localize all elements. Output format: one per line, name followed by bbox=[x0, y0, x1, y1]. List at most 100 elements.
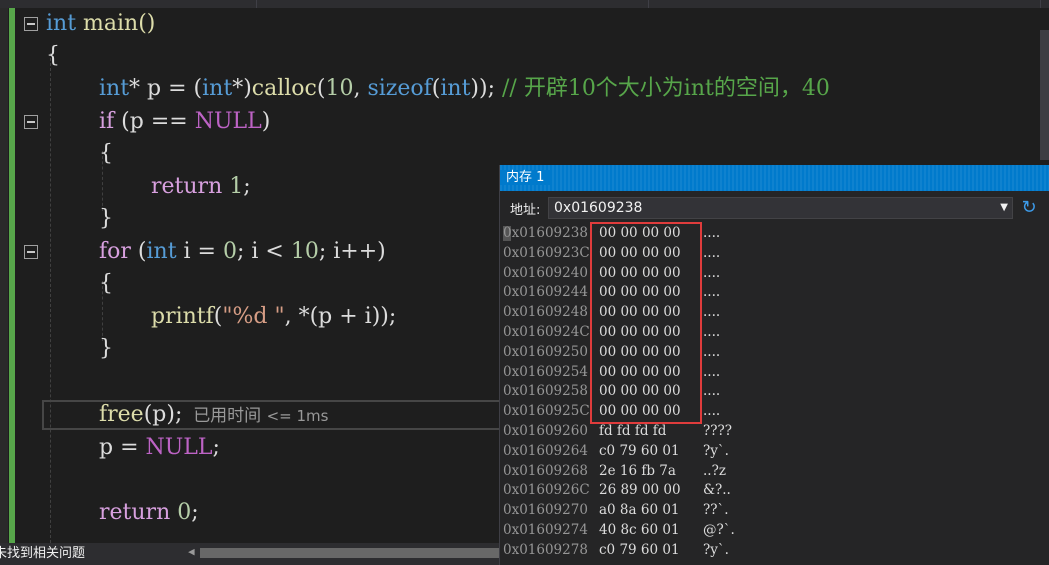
code-text: ; bbox=[191, 500, 199, 525]
keyword: int bbox=[46, 11, 77, 36]
code-text: ; i++) bbox=[318, 239, 386, 264]
code-line-13[interactable]: free(p); 已用时间 <= 1ms bbox=[99, 399, 328, 431]
keyword: return bbox=[151, 174, 223, 199]
memory-ascii: .... bbox=[703, 403, 721, 420]
scroll-left-icon[interactable]: ◀ bbox=[188, 545, 195, 558]
code-line-14[interactable]: p = NULL; bbox=[99, 432, 220, 464]
number-literal: 1 bbox=[229, 174, 244, 199]
memory-hex-bytes[interactable]: c0 79 60 01 bbox=[599, 441, 680, 461]
editor-margin bbox=[0, 8, 8, 543]
code-text: ; bbox=[212, 435, 220, 460]
function-name: calloc bbox=[251, 76, 317, 101]
code-text: (p); bbox=[143, 402, 183, 427]
keyword: int bbox=[99, 76, 130, 101]
address-bar: 地址: 0x01609238 ▼ ↻ bbox=[500, 195, 1049, 221]
collapse-if-icon[interactable] bbox=[24, 115, 38, 129]
function-name: main() bbox=[76, 11, 156, 36]
keyword: int bbox=[146, 239, 177, 264]
memory-address: 0x01609264 bbox=[503, 442, 588, 459]
tab-strip-segment bbox=[0, 0, 257, 8]
memory-ascii: .... bbox=[703, 244, 721, 261]
code-line-10[interactable]: printf("%d ", *(p + i)); bbox=[151, 301, 396, 333]
tab-strip bbox=[0, 0, 1049, 8]
number-literal: 0 bbox=[177, 500, 192, 525]
memory-address: 0x01609258 bbox=[503, 383, 588, 400]
code-text: ) bbox=[261, 109, 271, 134]
change-tracking-bar bbox=[9, 8, 15, 543]
memory-hex-bytes[interactable]: 40 8c 60 01 bbox=[599, 520, 680, 540]
code-line-7[interactable]: } bbox=[99, 203, 113, 235]
keyword: sizeof bbox=[367, 76, 432, 101]
memory-ascii: .... bbox=[703, 363, 721, 380]
function-name: printf bbox=[151, 304, 214, 329]
memory-window-title: 内存 1 bbox=[500, 170, 551, 185]
memory-hex-bytes[interactable]: 26 89 00 00 bbox=[599, 480, 681, 500]
collapse-main-icon[interactable] bbox=[24, 17, 38, 31]
number-literal: 10 bbox=[290, 239, 319, 264]
code-line-16[interactable]: return 0; bbox=[99, 497, 199, 529]
code-line-8[interactable]: for (int i = 0; i < 10; i++) bbox=[99, 236, 386, 268]
editor-vertical-scrollbar[interactable] bbox=[1040, 30, 1049, 160]
memory-ascii: ??`. bbox=[703, 502, 729, 519]
macro: NULL bbox=[145, 435, 213, 460]
memory-address: 0x01609274 bbox=[503, 522, 588, 538]
highlight-box bbox=[590, 222, 702, 424]
memory-hex-bytes[interactable]: a0 8a 60 01 bbox=[599, 500, 680, 520]
memory-window-title-bar[interactable]: 内存 1 bbox=[500, 165, 1049, 191]
code-text: )); bbox=[470, 76, 502, 101]
address-input[interactable]: 0x01609238 ▼ bbox=[548, 197, 1013, 219]
memory-address: 0x01609248 bbox=[503, 304, 588, 321]
number-literal: 10 bbox=[325, 76, 354, 101]
keyword: if bbox=[99, 109, 115, 134]
keyword: for bbox=[99, 239, 131, 264]
refresh-icon[interactable]: ↻ bbox=[1018, 197, 1040, 219]
elapsed-time-value: <= 1ms bbox=[266, 407, 329, 425]
macro: NULL bbox=[194, 109, 262, 134]
memory-address: 0x01609268 bbox=[503, 462, 588, 479]
memory-address: 0x0160923C bbox=[503, 244, 590, 261]
code-line-6[interactable]: return 1; bbox=[151, 171, 251, 203]
horizontal-scrollbar-thumb[interactable] bbox=[200, 548, 500, 558]
tab-strip-segment bbox=[256, 0, 649, 8]
function-name: free bbox=[99, 402, 144, 427]
issues-status-text[interactable]: 未找到相关问题 bbox=[0, 543, 85, 565]
code-text: *) bbox=[232, 76, 252, 101]
memory-ascii: .... bbox=[703, 304, 721, 321]
code-line-9[interactable]: { bbox=[99, 268, 113, 300]
number-literal: 0 bbox=[222, 239, 237, 264]
code-text: i = bbox=[176, 239, 223, 264]
memory-ascii: ?y`. bbox=[703, 541, 729, 558]
memory-hex-bytes[interactable]: c0 79 60 01 bbox=[599, 540, 680, 560]
code-text: * p = ( bbox=[129, 76, 203, 101]
code-comment: // 开辟10个大小为int的空间，40 bbox=[502, 76, 830, 101]
keyword: int bbox=[202, 76, 233, 101]
elapsed-time-hint: 已用时间 <= 1ms bbox=[182, 406, 328, 426]
code-line-3[interactable]: int* p = (int*)calloc(10, sizeof(int)); … bbox=[99, 73, 830, 105]
code-text: ; bbox=[243, 174, 251, 199]
memory-ascii: .... bbox=[703, 225, 721, 241]
address-label: 地址: bbox=[510, 203, 541, 218]
code-line-4[interactable]: if (p == NULL) bbox=[99, 106, 270, 138]
code-line-11[interactable]: } bbox=[99, 333, 113, 365]
code-line-5[interactable]: { bbox=[99, 138, 113, 170]
code-line-2[interactable]: { bbox=[46, 40, 60, 72]
code-text: , *(p + i)); bbox=[284, 304, 397, 329]
address-value: 0x01609238 bbox=[554, 200, 643, 216]
code-line-1[interactable]: int main() bbox=[46, 8, 155, 40]
keyword: int bbox=[440, 76, 471, 101]
memory-ascii: &?.. bbox=[703, 482, 731, 499]
elapsed-time-label: 已用时间 bbox=[193, 406, 262, 426]
memory-ascii: ???? bbox=[703, 423, 732, 439]
memory-address: 0x01609250 bbox=[503, 343, 588, 360]
memory-ascii: @?`. bbox=[703, 522, 735, 538]
memory-ascii: ?y`. bbox=[703, 442, 729, 459]
keyword: return bbox=[99, 500, 171, 525]
memory-ascii: .... bbox=[703, 324, 721, 340]
memory-hex-bytes[interactable]: fd fd fd fd bbox=[599, 421, 666, 441]
memory-address: 0x0160925C bbox=[503, 403, 590, 420]
code-text: p = bbox=[99, 435, 146, 460]
chevron-down-icon[interactable]: ▼ bbox=[1000, 198, 1008, 218]
indent-guide bbox=[50, 53, 51, 543]
collapse-for-icon[interactable] bbox=[24, 245, 38, 259]
memory-hex-bytes[interactable]: 2e 16 fb 7a bbox=[599, 461, 676, 481]
